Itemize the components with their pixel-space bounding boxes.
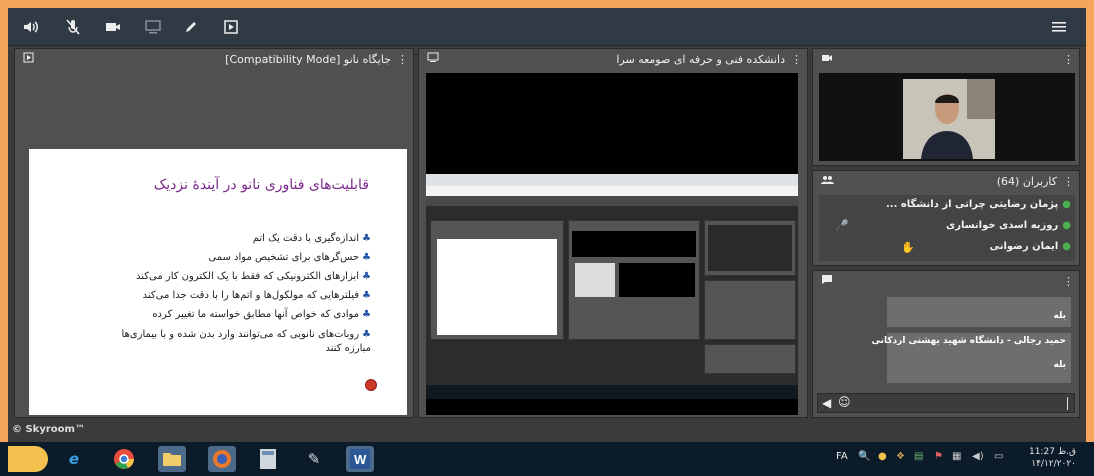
volume-icon[interactable]: ◀) xyxy=(972,451,984,462)
camera-header: ⋮ xyxy=(813,49,1079,71)
clock-time: 11:27 ق.ظ xyxy=(1029,447,1076,457)
more-options-icon[interactable]: ⋮ xyxy=(1063,171,1074,193)
text-cursor xyxy=(1067,397,1068,410)
browser-address-bar xyxy=(426,186,798,196)
screen-share-title: دانشکده فنی و حرفه ای صومعه سرا xyxy=(616,53,785,66)
mic-muted-icon[interactable] xyxy=(64,18,82,36)
user-name: پژمان رضایتی چراتی از دانشگاه ... xyxy=(886,199,1059,210)
shared-desktop-capture xyxy=(426,174,798,399)
paint-icon[interactable]: ✎ xyxy=(300,446,328,472)
slide-bullet: ابزارهای الکترونیکی که فقط با یک الکترون… xyxy=(101,267,371,286)
slide-bullet: روبات‌های نانویی که می‌توانند وارد بدن ش… xyxy=(101,328,371,356)
screen-share-icon[interactable] xyxy=(144,18,162,36)
monitor-icon xyxy=(427,49,439,71)
nested-users xyxy=(704,280,796,340)
user-name: روزبه اسدی خوانساری xyxy=(946,220,1059,231)
camera-feed xyxy=(819,73,1075,161)
slide-bullets: اندازه‌گیری با دقت یک اتم حس‌گرهای برای … xyxy=(101,229,371,356)
network-tray-icon[interactable]: ▤ xyxy=(914,451,923,462)
presentation-header: جایگاه نانو [Compatibility Mode] ⋮ xyxy=(15,49,413,71)
slide-bullet: موادی که خواص آنها مطابق خواسته ما تغییر… xyxy=(101,305,371,324)
search-icon[interactable]: 🔍 xyxy=(858,451,870,462)
windows-taskbar: e ✎ W FA 🔍 ● ❖ ▤ ⚑ ▦ ◀) ▭ 11:27 ق.ظ ۱۴/۱… xyxy=(0,442,1094,476)
top-toolbar xyxy=(8,8,1086,46)
speaker-icon[interactable] xyxy=(22,18,40,36)
slide-ornament xyxy=(365,379,377,391)
more-options-icon[interactable]: ⋮ xyxy=(1063,271,1074,293)
nested-screen xyxy=(568,220,700,340)
presentation-panel: جایگاه نانو [Compatibility Mode] ⋮ قابلی… xyxy=(14,48,414,418)
chat-message-author: حمید رجالی - دانشگاه شهید بهشتی اردکانی xyxy=(871,336,1066,346)
camera-icon xyxy=(821,49,833,71)
svg-text:W: W xyxy=(354,452,367,467)
calculator-icon[interactable] xyxy=(254,446,282,472)
chat-message: بله xyxy=(887,297,1071,327)
user-item[interactable]: ●روزبه اسدی خوانساری xyxy=(946,216,1071,236)
chat-panel: ⋮ بله حمید رجالی - دانشگاه شهید بهشتی ار… xyxy=(812,270,1080,418)
chat-header: ⋮ xyxy=(813,271,1079,293)
camera-panel: ⋮ xyxy=(812,48,1080,166)
clock-date: ۱۴/۱۲/۲۰۲۰ xyxy=(1031,459,1076,469)
users-header: کاربران (64) ⋮ xyxy=(813,171,1079,193)
ie-icon[interactable]: e xyxy=(60,446,88,472)
slide-title: قابلیت‌های فناوری نانو در آیندهٔ نزدیک xyxy=(153,177,369,193)
users-icon xyxy=(821,171,834,193)
present-icon xyxy=(23,49,34,71)
user-icon: ● xyxy=(1062,220,1071,231)
chat-message-text: بله xyxy=(1053,360,1066,370)
chrome-tray-icon[interactable]: ● xyxy=(878,451,887,462)
start-orb-icon[interactable] xyxy=(8,446,48,472)
user-item[interactable]: ●ایمان رضوانی xyxy=(990,237,1071,257)
user-item[interactable]: ●پژمان رضایتی چراتی از دانشگاه ... xyxy=(886,195,1071,215)
app-tray-icon[interactable]: ❖ xyxy=(896,451,905,462)
chat-message-text: بله xyxy=(1053,311,1066,321)
chat-icon xyxy=(821,271,833,293)
chat-input[interactable]: ◀ ☺ xyxy=(817,393,1075,413)
nested-presentation xyxy=(430,220,564,340)
chat-message: حمید رجالی - دانشگاه شهید بهشتی اردکانی … xyxy=(871,333,1071,383)
user-name: ایمان رضوانی xyxy=(989,241,1059,252)
nested-chat xyxy=(704,344,796,374)
nested-camera xyxy=(704,220,796,276)
more-options-icon[interactable]: ⋮ xyxy=(1063,49,1074,71)
user-icon: ● xyxy=(1062,199,1071,210)
slide-bullet: فیلترهایی که مولکول‌ها و اتم‌ها را با دق… xyxy=(101,286,371,305)
explorer-icon[interactable] xyxy=(158,446,186,472)
emoji-icon[interactable]: ☺ xyxy=(838,395,851,409)
clock[interactable]: 11:27 ق.ظ ۱۴/۱۲/۲۰۲۰ xyxy=(1016,446,1076,470)
more-options-icon[interactable]: ⋮ xyxy=(397,49,408,71)
flag-icon[interactable]: ⚑ xyxy=(934,451,943,462)
pen-icon[interactable] xyxy=(182,18,200,36)
brand-label: © Skyroom™ xyxy=(12,424,85,435)
notification-icon[interactable]: ▭ xyxy=(994,451,1003,462)
users-title: کاربران (64) xyxy=(996,175,1057,188)
users-panel: کاربران (64) ⋮ ●پژمان رضایتی چراتی از دا… xyxy=(812,170,1080,266)
language-indicator[interactable]: FA xyxy=(836,451,848,462)
browser-page-header xyxy=(426,196,798,206)
nested-taskbar xyxy=(426,385,798,399)
skyroom-window: جایگاه نانو [Compatibility Mode] ⋮ قابلی… xyxy=(8,8,1086,442)
slide: قابلیت‌های فناوری نانو در آیندهٔ نزدیک ا… xyxy=(29,149,407,415)
send-icon[interactable]: ◀ xyxy=(822,396,831,410)
word-icon[interactable]: W xyxy=(346,446,374,472)
more-options-icon[interactable]: ⋮ xyxy=(791,49,802,71)
device-icon[interactable]: ▦ xyxy=(952,451,961,462)
user-icon: ● xyxy=(1062,241,1071,252)
menu-icon[interactable] xyxy=(1050,18,1068,36)
browser-tab-bar xyxy=(426,174,798,186)
mic-icon: 🎤 xyxy=(835,219,849,232)
firefox-icon[interactable] xyxy=(208,446,236,472)
screen-share-header: دانشکده فنی و حرفه ای صومعه سرا ⋮ xyxy=(419,49,807,71)
presenter-video xyxy=(903,79,995,159)
camera-icon[interactable] xyxy=(104,18,122,36)
slide-bullet: حس‌گرهای برای تشخیص مواد سمی xyxy=(101,248,371,267)
presentation-title: جایگاه نانو [Compatibility Mode] xyxy=(225,53,391,66)
screen-share-panel: دانشکده فنی و حرفه ای صومعه سرا ⋮ xyxy=(418,48,808,418)
nested-slide xyxy=(437,239,557,335)
present-icon[interactable] xyxy=(222,18,240,36)
hand-raise-icon: ✋ xyxy=(901,241,915,254)
chrome-icon[interactable] xyxy=(110,446,138,472)
slide-bullet: اندازه‌گیری با دقت یک اتم xyxy=(101,229,371,248)
